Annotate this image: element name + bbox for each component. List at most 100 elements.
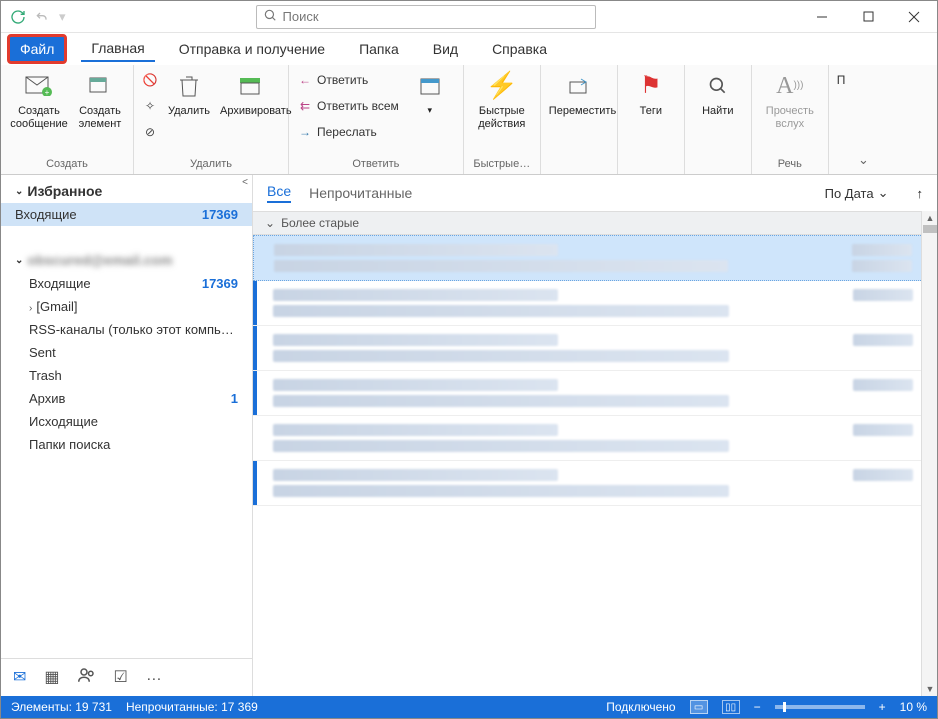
tags-button[interactable]: ⚑ Теги xyxy=(626,69,676,118)
find-button[interactable]: Найти xyxy=(693,69,743,118)
trash-icon xyxy=(164,69,214,103)
search-input[interactable]: Поиск xyxy=(256,5,596,29)
svg-text:+: + xyxy=(45,88,50,96)
tab-file[interactable]: Файл xyxy=(7,34,67,64)
collapse-ribbon-icon[interactable]: ⌄ xyxy=(853,65,873,174)
archive-button[interactable]: Архивировать xyxy=(220,69,280,118)
sidebar-item-rss[interactable]: RSS-каналы (только этот компь… xyxy=(1,318,252,341)
status-unread: Непрочитанные: 17 369 xyxy=(126,700,258,714)
mail-icon: + xyxy=(9,69,69,103)
favorites-header[interactable]: ⌄Избранное xyxy=(1,175,252,203)
junk-button[interactable]: ⊘ xyxy=(142,121,158,143)
sidebar-item-inbox[interactable]: Входящие 17369 xyxy=(1,272,252,295)
status-items: Элементы: 19 731 xyxy=(11,700,112,714)
view-normal-icon[interactable]: ▭ xyxy=(690,700,708,714)
ignore-button[interactable]: 🚫 xyxy=(142,69,158,91)
scroll-up-icon[interactable]: ▲ xyxy=(922,211,938,225)
sidebar-item-sent[interactable]: Sent xyxy=(1,341,252,364)
new-item-button[interactable]: Создать элемент xyxy=(75,69,125,131)
filter-bar: Все Непрочитанные По Дата ⌄ ↑ xyxy=(253,175,937,211)
sidebar-item-gmail[interactable]: ›[Gmail] xyxy=(1,295,252,318)
tab-help[interactable]: Справка xyxy=(482,37,557,61)
tab-folder[interactable]: Папка xyxy=(349,37,409,61)
more-commands[interactable]: П xyxy=(837,69,846,91)
message-row[interactable] xyxy=(253,326,937,371)
lightning-icon: ⚡ xyxy=(472,69,532,103)
inbox-count: 17369 xyxy=(202,207,238,222)
sync-icon[interactable] xyxy=(9,8,27,26)
message-row[interactable] xyxy=(253,461,937,506)
chevron-down-icon: ⌄ xyxy=(15,255,23,266)
sort-direction-icon[interactable]: ↑ xyxy=(917,186,924,201)
tab-home[interactable]: Главная xyxy=(81,36,154,62)
scroll-down-icon[interactable]: ▼ xyxy=(922,682,938,696)
chevron-down-icon: ⌄ xyxy=(15,186,23,197)
find-icon xyxy=(693,69,743,103)
meeting-button[interactable]: ▾ xyxy=(405,69,455,116)
minimize-button[interactable] xyxy=(799,1,845,33)
sidebar-item-label: Архив xyxy=(29,391,65,406)
sidebar-item-label: Входящие xyxy=(15,207,77,222)
sort-dropdown[interactable]: По Дата ⌄ xyxy=(825,185,889,201)
group-respond: ←Ответить ⇇Ответить всем →Переслать ▾ От… xyxy=(289,65,464,174)
quick-steps-button[interactable]: ⚡ Быстрые действия xyxy=(472,69,532,131)
calendar-icon xyxy=(405,69,455,103)
account-header[interactable]: ⌄obscured@email.com xyxy=(1,244,252,272)
folder-pane: < ⌄Избранное Входящие 17369 ⌄obscured@em… xyxy=(1,175,253,696)
nav-calendar-icon[interactable]: ▦ xyxy=(44,667,59,688)
group-more: П xyxy=(829,65,854,174)
sidebar-item-trash[interactable]: Trash xyxy=(1,364,252,387)
group-speech: A))) Прочесть вслух Речь xyxy=(752,65,829,174)
sidebar-item-label: Sent xyxy=(29,345,56,360)
forward-button[interactable]: →Переслать xyxy=(297,121,399,143)
message-row[interactable] xyxy=(253,281,937,326)
archive-icon xyxy=(220,69,280,103)
sidebar-item-label: Исходящие xyxy=(29,414,98,429)
reply-button[interactable]: ←Ответить xyxy=(297,69,399,91)
group-tags: ⚑ Теги xyxy=(618,65,685,174)
search-icon xyxy=(263,8,277,25)
collapse-pane-icon[interactable]: < xyxy=(242,177,248,188)
read-aloud-label: Прочесть вслух xyxy=(760,105,820,131)
flag-icon: ⚑ xyxy=(626,69,676,103)
zoom-in-button[interactable]: + xyxy=(879,700,886,714)
message-row[interactable] xyxy=(253,235,937,281)
view-reading-icon[interactable]: ▯▯ xyxy=(722,700,740,714)
sidebar-item-outbox[interactable]: Исходящие xyxy=(1,410,252,433)
move-button[interactable]: Переместить xyxy=(549,69,609,118)
filter-unread[interactable]: Непрочитанные xyxy=(309,185,412,201)
read-aloud-button[interactable]: A))) Прочесть вслух xyxy=(760,69,820,131)
group-quick-label: Быстрые… xyxy=(472,156,532,172)
sidebar-item-search-folders[interactable]: Папки поиска xyxy=(1,433,252,456)
scrollbar[interactable]: ▲ ▼ xyxy=(921,211,937,696)
group-move: Переместить xyxy=(541,65,618,174)
nav-tasks-icon[interactable]: ☑ xyxy=(114,667,128,688)
title-bar: ▾ Поиск xyxy=(1,1,937,33)
reply-all-button[interactable]: ⇇Ответить всем xyxy=(297,95,399,117)
new-item-icon xyxy=(75,69,125,103)
undo-icon[interactable] xyxy=(33,8,51,26)
nav-people-icon[interactable] xyxy=(78,667,96,688)
qat-dropdown-icon[interactable]: ▾ xyxy=(57,9,68,25)
new-mail-button[interactable]: + Создать сообщение xyxy=(9,69,69,131)
nav-mail-icon[interactable]: ✉ xyxy=(13,667,26,688)
delete-button[interactable]: Удалить xyxy=(164,69,214,118)
close-button[interactable] xyxy=(891,1,937,33)
zoom-out-button[interactable]: − xyxy=(754,700,761,714)
maximize-button[interactable] xyxy=(845,1,891,33)
sidebar-item-archive[interactable]: Архив 1 xyxy=(1,387,252,410)
message-row[interactable] xyxy=(253,371,937,416)
chevron-down-icon: ⌄ xyxy=(878,185,889,201)
tab-send-receive[interactable]: Отправка и получение xyxy=(169,37,335,61)
zoom-slider[interactable] xyxy=(775,705,865,709)
sidebar-item-inbox-fav[interactable]: Входящие 17369 xyxy=(1,203,252,226)
group-header-older[interactable]: ⌄ Более старые xyxy=(253,211,937,235)
cleanup-button[interactable]: ✧ xyxy=(142,95,158,117)
scroll-thumb[interactable] xyxy=(923,225,937,233)
sidebar-item-label: RSS-каналы (только этот компь… xyxy=(29,322,234,337)
filter-all[interactable]: Все xyxy=(267,183,291,203)
message-row[interactable] xyxy=(253,416,937,461)
nav-more-icon[interactable]: … xyxy=(146,667,162,688)
tab-view[interactable]: Вид xyxy=(423,37,468,61)
group-quick-steps: ⚡ Быстрые действия Быстрые… xyxy=(464,65,541,174)
